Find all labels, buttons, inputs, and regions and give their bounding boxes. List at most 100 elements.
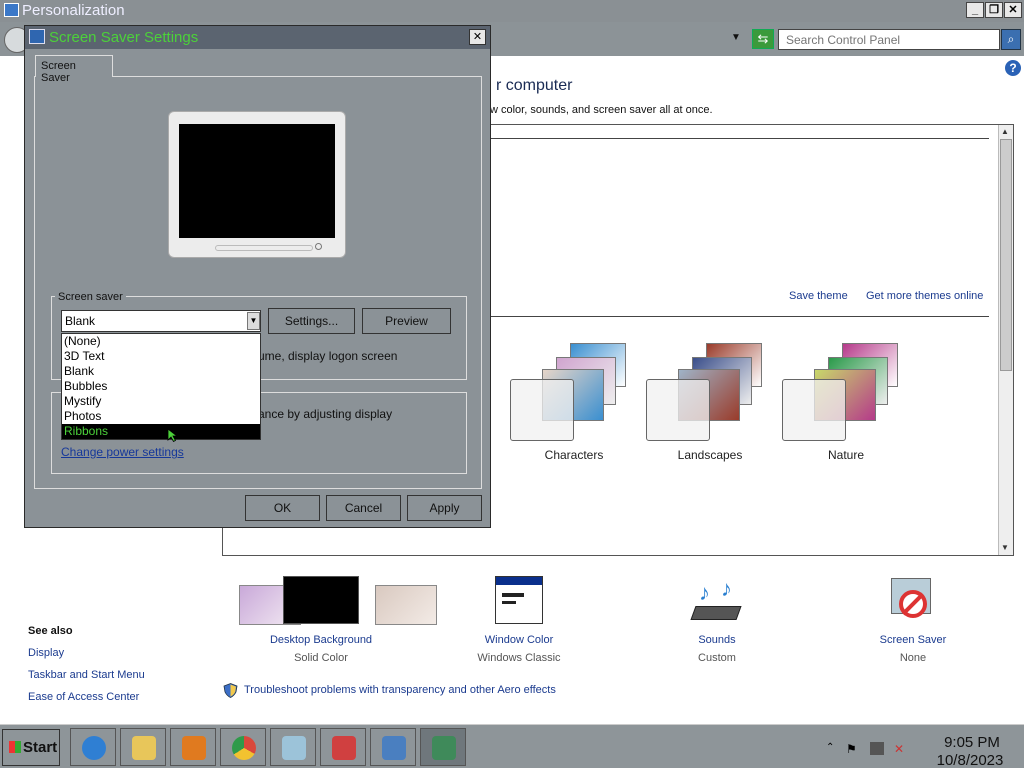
scrollbar[interactable]: ▲ ▼ [998,125,1013,555]
scroll-up-icon[interactable]: ▲ [1001,127,1009,136]
window-title: Personalization [22,2,125,19]
theme-thumb-front [510,379,574,441]
setting-value: Custom [698,652,736,664]
option-bubbles[interactable]: Bubbles [62,379,260,394]
control-panel-icon [382,736,406,760]
option-3d-text[interactable]: 3D Text [62,349,260,364]
folder-icon [132,736,156,760]
chrome-button[interactable] [220,728,266,766]
setting-title[interactable]: Desktop Background [241,634,401,646]
taskbar: Start ⌃ ⚑ ✕ 9:05 PM 10/8/2023 [0,724,1024,768]
network-icon[interactable] [870,742,884,755]
setting-title[interactable]: Window Color [439,634,599,646]
close-button[interactable]: ✕ [1004,2,1022,18]
screen-saver-options-list[interactable]: (None) 3D Text Blank Bubbles Mystify Pho… [61,333,261,440]
address-dropdown-icon[interactable]: ▼ [731,32,741,43]
theme-characters[interactable]: Characters [510,339,646,462]
sounds-setting[interactable]: ♪ ♪ Sounds Custom [637,576,797,664]
divider [489,316,989,317]
theme-label: Nature [827,448,865,462]
monitor-screen [179,124,335,238]
theme-thumb-front [646,379,710,441]
display-link[interactable]: Display [28,647,64,659]
theme-landscapes[interactable]: Landscapes [646,339,782,462]
notepad-icon [282,736,306,760]
file-explorer-button[interactable] [120,728,166,766]
theme-label: Landscapes [677,448,743,462]
clock-time[interactable]: 9:05 PM [932,734,1012,751]
notepad-button[interactable] [270,728,316,766]
change-power-settings-link[interactable]: Change power settings [61,445,184,459]
help-icon[interactable]: ? [1005,60,1021,76]
settings-button[interactable]: Settings... [268,308,355,334]
volume-muted-icon[interactable]: ✕ [894,742,907,756]
window-color-setting[interactable]: Window Color Windows Classic [439,576,599,664]
minimize-button[interactable]: _ [966,2,984,18]
setting-title[interactable]: Sounds [637,634,797,646]
page-title: r computer [496,77,573,94]
refresh-button[interactable]: ⇆ [752,29,774,49]
window-color-icon [439,576,599,626]
ok-button[interactable]: OK [245,495,320,521]
cancel-button[interactable]: Cancel [326,495,401,521]
font-viewer-icon [332,736,356,760]
dialog-title: Screen Saver Settings [49,29,199,46]
scroll-thumb[interactable] [1000,139,1012,371]
control-panel-button[interactable] [370,728,416,766]
monitor-preview [168,111,346,258]
screen-saver-select[interactable]: Blank [61,310,261,332]
media-player-button[interactable] [170,728,216,766]
see-also-heading: See also [28,625,73,637]
preview-button[interactable]: Preview [362,308,451,334]
search-input[interactable] [778,29,1000,50]
ease-of-access-link[interactable]: Ease of Access Center [28,691,139,703]
screen-saver-icon [833,576,993,626]
page-description: w color, sounds, and screen saver all at… [490,104,713,116]
tab-screen-saver[interactable]: Screen Saver [35,55,113,84]
start-label: Start [23,739,58,756]
font-viewer-button[interactable] [320,728,366,766]
sounds-icon: ♪ ♪ [637,576,797,626]
screen-saver-setting[interactable]: Screen Saver None [833,576,993,664]
flag-icon[interactable]: ⚑ [846,742,859,756]
troubleshoot-link[interactable]: Troubleshoot problems with transparency … [244,684,556,696]
main-titlebar: Personalization _ ❐ ✕ [0,0,1024,22]
display-settings-button[interactable] [420,728,466,766]
scroll-down-icon[interactable]: ▼ [1001,543,1009,552]
theme-thumb-front [782,379,846,441]
desktop-background-setting[interactable]: Desktop Background Solid Color [241,576,401,664]
logon-checkbox-label: ume, display logon screen [258,349,398,363]
setting-value: Solid Color [294,652,348,664]
get-more-themes-link[interactable]: Get more themes online [866,290,983,302]
option-ribbons[interactable]: Ribbons [62,424,260,439]
screen-saver-group-label: Screen saver [55,291,126,303]
dialog-close-button[interactable]: ✕ [469,29,486,45]
chevron-down-icon[interactable]: ▼ [247,312,260,330]
taskbar-start-menu-link[interactable]: Taskbar and Start Menu [28,669,145,681]
start-button[interactable]: Start [2,729,60,766]
restore-button[interactable]: ❐ [985,2,1003,18]
media-player-icon [182,736,206,760]
save-theme-link[interactable]: Save theme [789,290,848,302]
show-hidden-icons-icon[interactable]: ⌃ [826,742,839,755]
option-mystify[interactable]: Mystify [62,394,260,409]
apply-button[interactable]: Apply [407,495,482,521]
option-photos[interactable]: Photos [62,409,260,424]
option-blank[interactable]: Blank [62,364,260,379]
clock-date[interactable]: 10/8/2023 [922,752,1018,768]
divider [489,138,989,139]
monitor-icon [432,736,456,760]
setting-title[interactable]: Screen Saver [833,634,993,646]
power-description: ance by adjusting display [258,407,393,421]
option-none[interactable]: (None) [62,334,260,349]
windows-logo-icon [9,741,21,753]
screen-saver-dialog: Screen Saver Settings ✕ Screen Saver Scr… [24,25,491,528]
system-tray: ⌃ ⚑ ✕ 9:05 PM 10/8/2023 [822,730,1022,768]
desktop-background-icon [241,576,401,626]
search-icon[interactable]: ⌕ [1001,29,1021,50]
internet-explorer-icon [82,736,106,760]
address-field[interactable] [490,29,745,49]
mouse-cursor-icon [167,428,179,442]
internet-explorer-button[interactable] [70,728,116,766]
theme-nature[interactable]: Nature [782,339,918,462]
